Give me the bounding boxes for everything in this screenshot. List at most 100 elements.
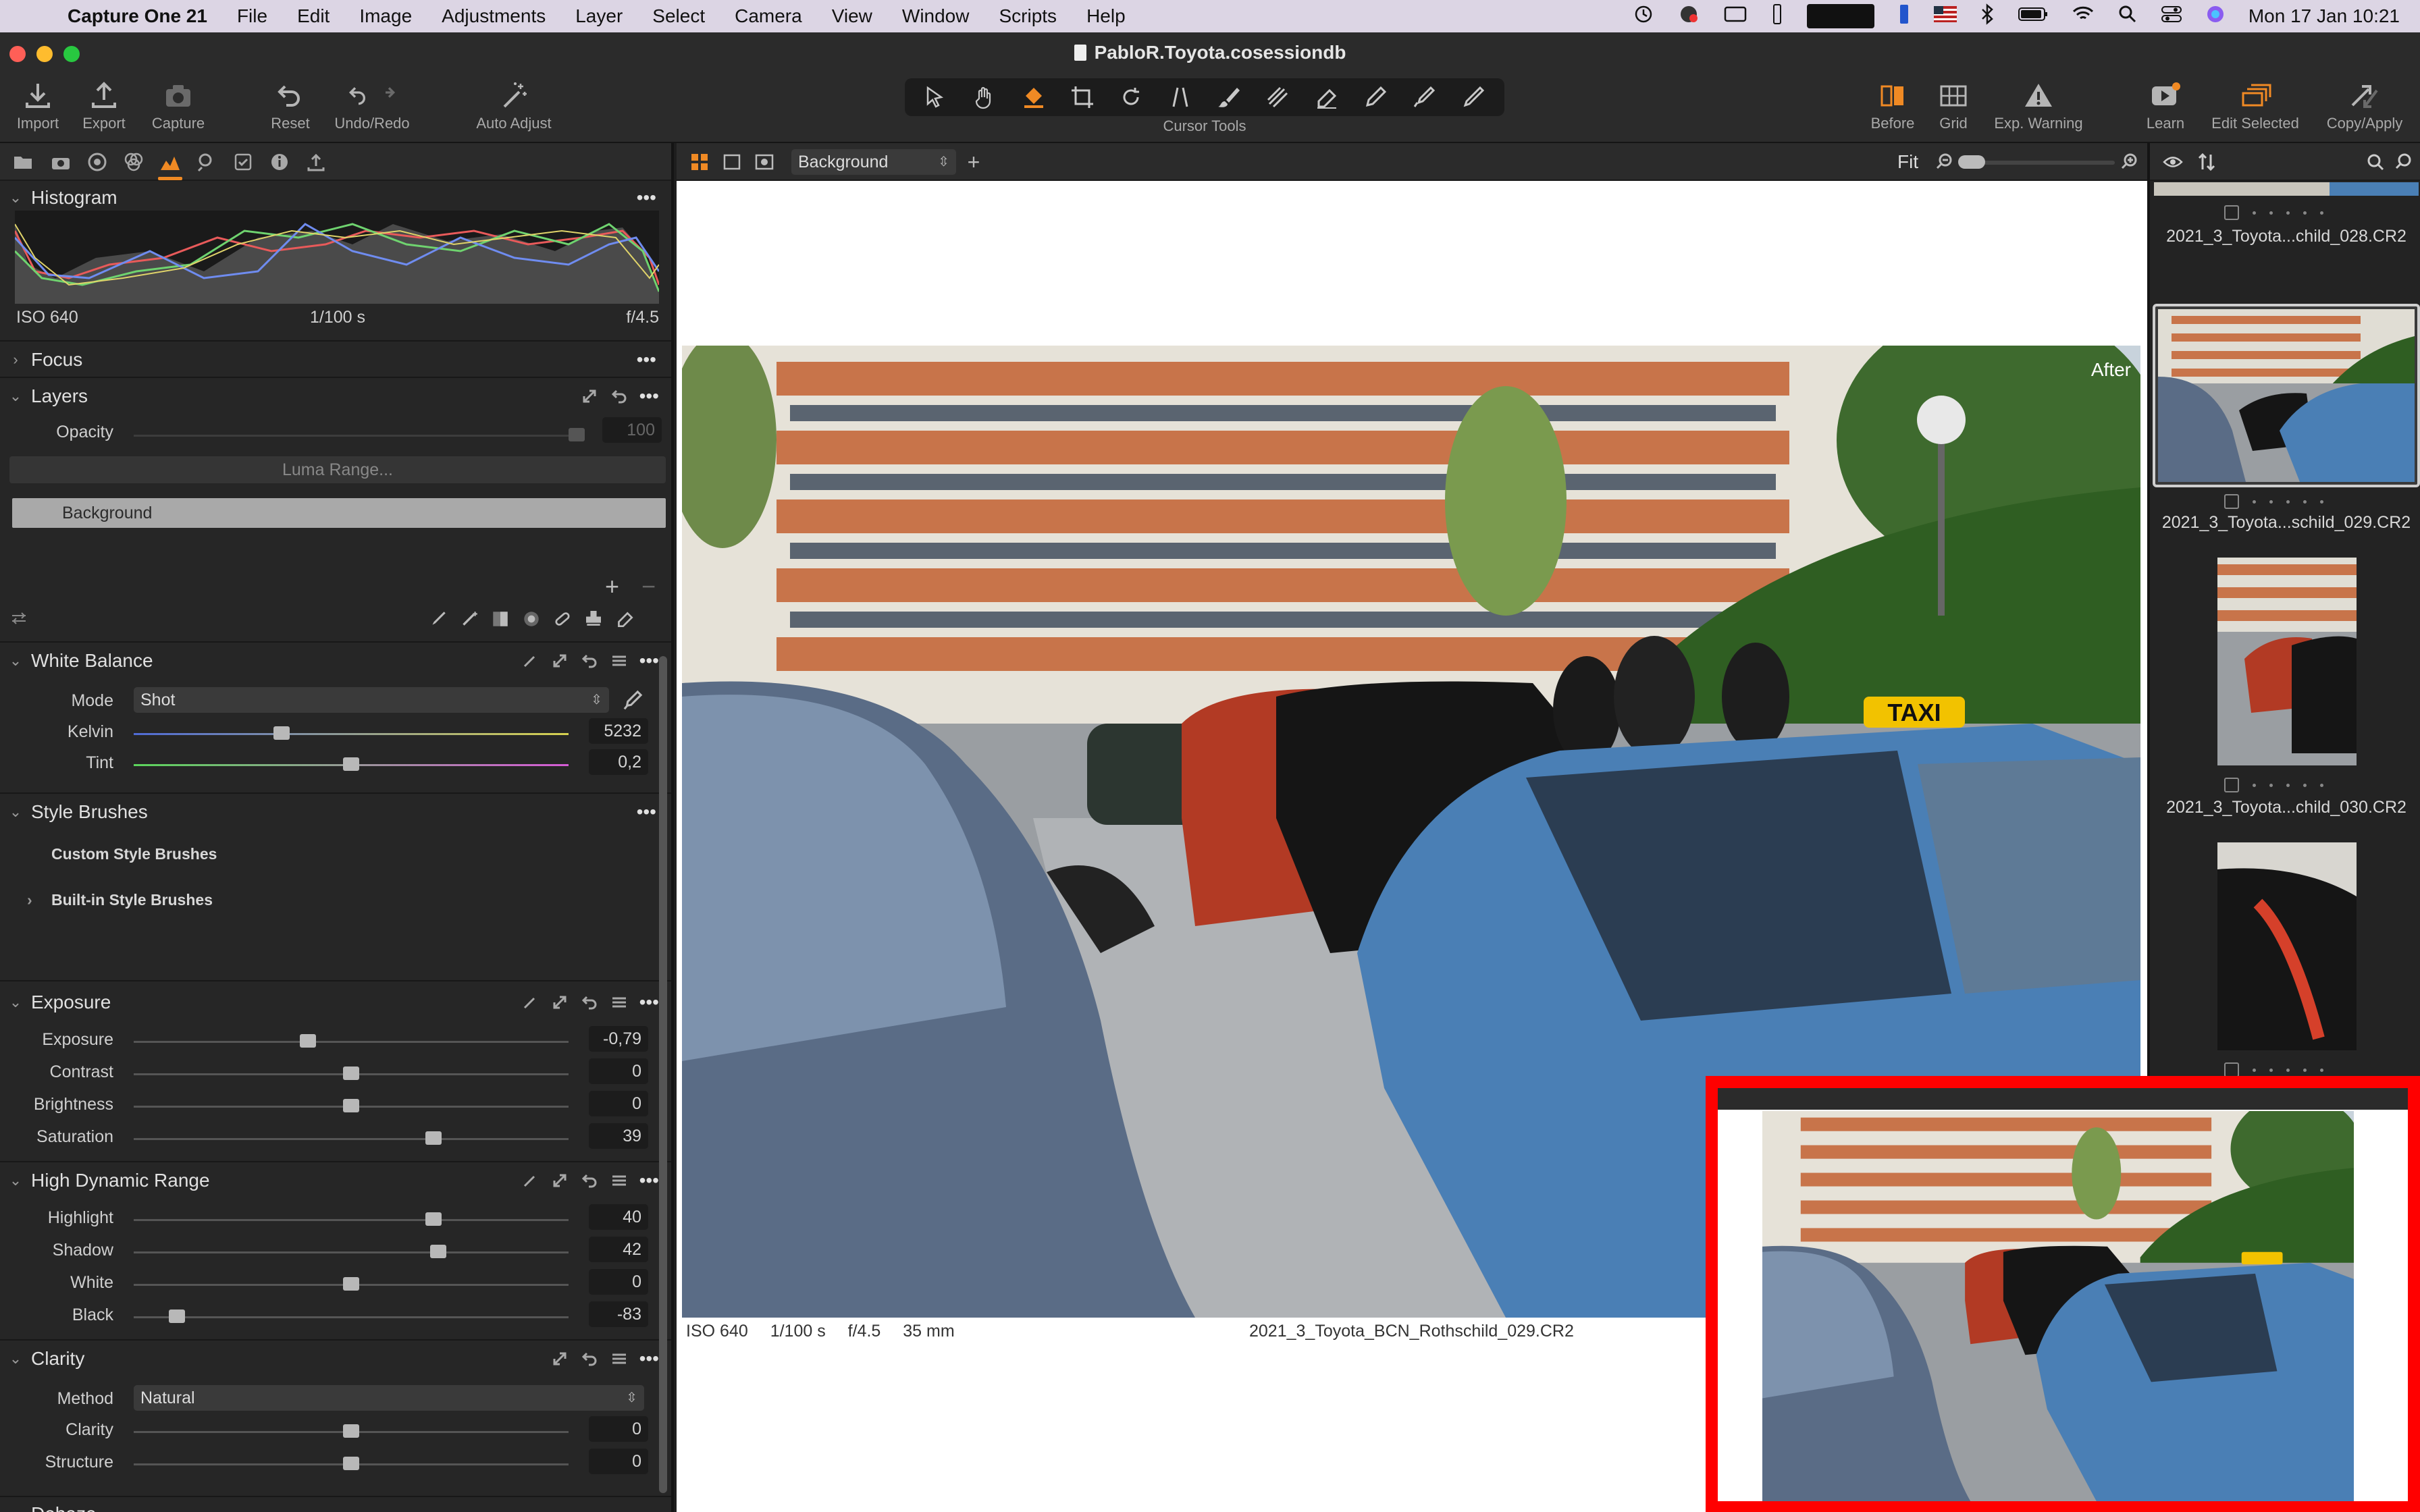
menu-layer[interactable]: Layer bbox=[575, 5, 623, 27]
brightness-value[interactable]: 0 bbox=[589, 1091, 648, 1116]
zoom-out-button[interactable] bbox=[1932, 150, 1957, 174]
draw-mask-icon[interactable] bbox=[428, 609, 448, 629]
menu-image[interactable]: Image bbox=[359, 5, 412, 27]
rating-star[interactable] bbox=[2286, 1068, 2290, 1072]
control-center-icon[interactable] bbox=[2161, 4, 2182, 29]
eraser-cursor-tool[interactable] bbox=[1305, 82, 1348, 112]
shadow-slider-knob[interactable] bbox=[430, 1245, 446, 1258]
exposure-slider-knob[interactable] bbox=[300, 1034, 316, 1048]
tab-exposure[interactable] bbox=[157, 148, 184, 176]
wb-picker-cursor-tool[interactable] bbox=[1012, 82, 1055, 112]
more-icon[interactable]: ••• bbox=[639, 1170, 659, 1191]
minimize-window-button[interactable] bbox=[36, 46, 53, 62]
rating-star[interactable] bbox=[2303, 1068, 2307, 1072]
rating-star[interactable] bbox=[2269, 211, 2273, 215]
saturation-slider-knob[interactable] bbox=[425, 1131, 442, 1145]
auto-wand-icon[interactable] bbox=[521, 1171, 540, 1190]
structure-slider-knob[interactable] bbox=[343, 1457, 359, 1470]
clarity-value[interactable]: 0 bbox=[589, 1416, 648, 1442]
opacity-value[interactable]: 100 bbox=[602, 417, 662, 443]
browser-zoom-button[interactable] bbox=[2392, 150, 2416, 174]
clarity-slider-knob[interactable] bbox=[343, 1424, 359, 1438]
keystone-cursor-tool[interactable] bbox=[1159, 82, 1202, 112]
reset-small-icon[interactable] bbox=[580, 993, 599, 1012]
more-icon[interactable]: ••• bbox=[637, 801, 656, 823]
highlight-slider-track[interactable] bbox=[134, 1219, 569, 1221]
picker-cursor-tool[interactable] bbox=[1402, 82, 1446, 112]
zoom-window-button[interactable] bbox=[63, 46, 80, 62]
contrast-slider-knob[interactable] bbox=[343, 1066, 359, 1080]
tools-panel-scrollbar[interactable] bbox=[659, 656, 667, 1493]
remove-layer-button[interactable]: − bbox=[641, 572, 656, 601]
auto-adjust-button[interactable]: Auto Adjust bbox=[470, 77, 558, 132]
opacity-slider-track[interactable] bbox=[134, 435, 582, 437]
menu-window[interactable]: Window bbox=[902, 5, 970, 27]
rating-star[interactable] bbox=[2303, 783, 2307, 787]
expand-icon[interactable] bbox=[550, 1349, 569, 1368]
presets-icon[interactable] bbox=[610, 1349, 629, 1368]
black-value[interactable]: -83 bbox=[589, 1301, 648, 1327]
creative-cloud-icon[interactable] bbox=[1677, 3, 1700, 30]
brush-cursor-tool[interactable] bbox=[1207, 82, 1251, 112]
luma-range-button[interactable]: Luma Range... bbox=[9, 456, 666, 483]
presets-icon[interactable] bbox=[610, 993, 629, 1012]
zoom-fit-label[interactable]: Fit bbox=[1897, 151, 1918, 173]
zoom-slider-knob[interactable] bbox=[1958, 155, 1985, 169]
thumbnail-031[interactable] bbox=[2217, 842, 2357, 1050]
crop-cursor-tool[interactable] bbox=[1061, 82, 1104, 112]
wb-picker-icon[interactable] bbox=[621, 688, 644, 711]
reset-small-icon[interactable] bbox=[610, 387, 629, 406]
view-options-button[interactable] bbox=[2161, 150, 2185, 174]
learn-button[interactable]: Learn bbox=[2140, 77, 2190, 132]
close-window-button[interactable] bbox=[9, 46, 26, 62]
edit-selected-button[interactable]: Edit Selected bbox=[2205, 77, 2305, 132]
select-checkbox[interactable] bbox=[2224, 1062, 2239, 1077]
tab-output[interactable] bbox=[302, 148, 330, 176]
menu-edit[interactable]: Edit bbox=[297, 5, 330, 27]
tint-value[interactable]: 0,2 bbox=[589, 749, 648, 775]
time-machine-icon[interactable] bbox=[1633, 3, 1654, 30]
rating-star[interactable] bbox=[2253, 1068, 2256, 1072]
highlight-value[interactable]: 40 bbox=[589, 1204, 648, 1230]
tint-slider-knob[interactable] bbox=[343, 757, 359, 771]
more-icon[interactable]: ••• bbox=[637, 187, 656, 209]
menu-file[interactable]: File bbox=[237, 5, 267, 27]
thumbnail-029[interactable] bbox=[2158, 309, 2415, 482]
flag-us-icon[interactable] bbox=[1933, 5, 1957, 27]
rating-star[interactable] bbox=[2320, 1068, 2323, 1072]
exposure-slider-track[interactable] bbox=[134, 1041, 569, 1043]
more-icon[interactable]: ••• bbox=[639, 1348, 659, 1370]
expand-icon[interactable] bbox=[550, 1171, 569, 1190]
siri-icon[interactable] bbox=[2205, 4, 2226, 29]
auto-wand-icon[interactable] bbox=[521, 651, 540, 670]
rating-star[interactable] bbox=[2286, 500, 2290, 504]
gradient-cursor-tool[interactable] bbox=[1256, 82, 1299, 112]
single-view-button[interactable] bbox=[720, 150, 744, 174]
tab-capture[interactable] bbox=[47, 148, 74, 176]
select-checkbox[interactable] bbox=[2224, 778, 2239, 792]
shadow-value[interactable]: 42 bbox=[589, 1237, 648, 1262]
contrast-value[interactable]: 0 bbox=[589, 1058, 648, 1084]
spotlight-search-icon[interactable] bbox=[2118, 4, 2138, 29]
presets-icon[interactable] bbox=[610, 651, 629, 670]
reset-small-icon[interactable] bbox=[580, 1171, 599, 1190]
primary-view-button[interactable] bbox=[752, 150, 777, 174]
menu-view[interactable]: View bbox=[832, 5, 872, 27]
magic-brush-icon[interactable] bbox=[459, 609, 479, 629]
rating-star[interactable] bbox=[2253, 500, 2256, 504]
black-slider-knob[interactable] bbox=[169, 1310, 185, 1323]
exposure-warning-button[interactable]: Exp. Warning bbox=[1988, 77, 2089, 132]
copy-apply-button[interactable]: Copy/Apply bbox=[2317, 77, 2412, 132]
select-cursor-tool[interactable] bbox=[914, 82, 957, 112]
wb-mode-select[interactable]: Shot ⇳ bbox=[134, 687, 609, 713]
radial-gradient-icon[interactable] bbox=[521, 609, 542, 629]
capture-button[interactable]: Capture bbox=[144, 77, 212, 132]
clone-stamp-icon[interactable] bbox=[583, 609, 604, 629]
clarity-method-select[interactable]: Natural ⇳ bbox=[134, 1385, 644, 1411]
layer-options-icon[interactable] bbox=[9, 609, 28, 628]
white-value[interactable]: 0 bbox=[589, 1269, 648, 1295]
more-icon[interactable]: ••• bbox=[639, 385, 659, 407]
more-icon[interactable]: ••• bbox=[637, 349, 656, 371]
linear-gradient-icon[interactable] bbox=[490, 609, 510, 629]
rating-star[interactable] bbox=[2286, 783, 2290, 787]
